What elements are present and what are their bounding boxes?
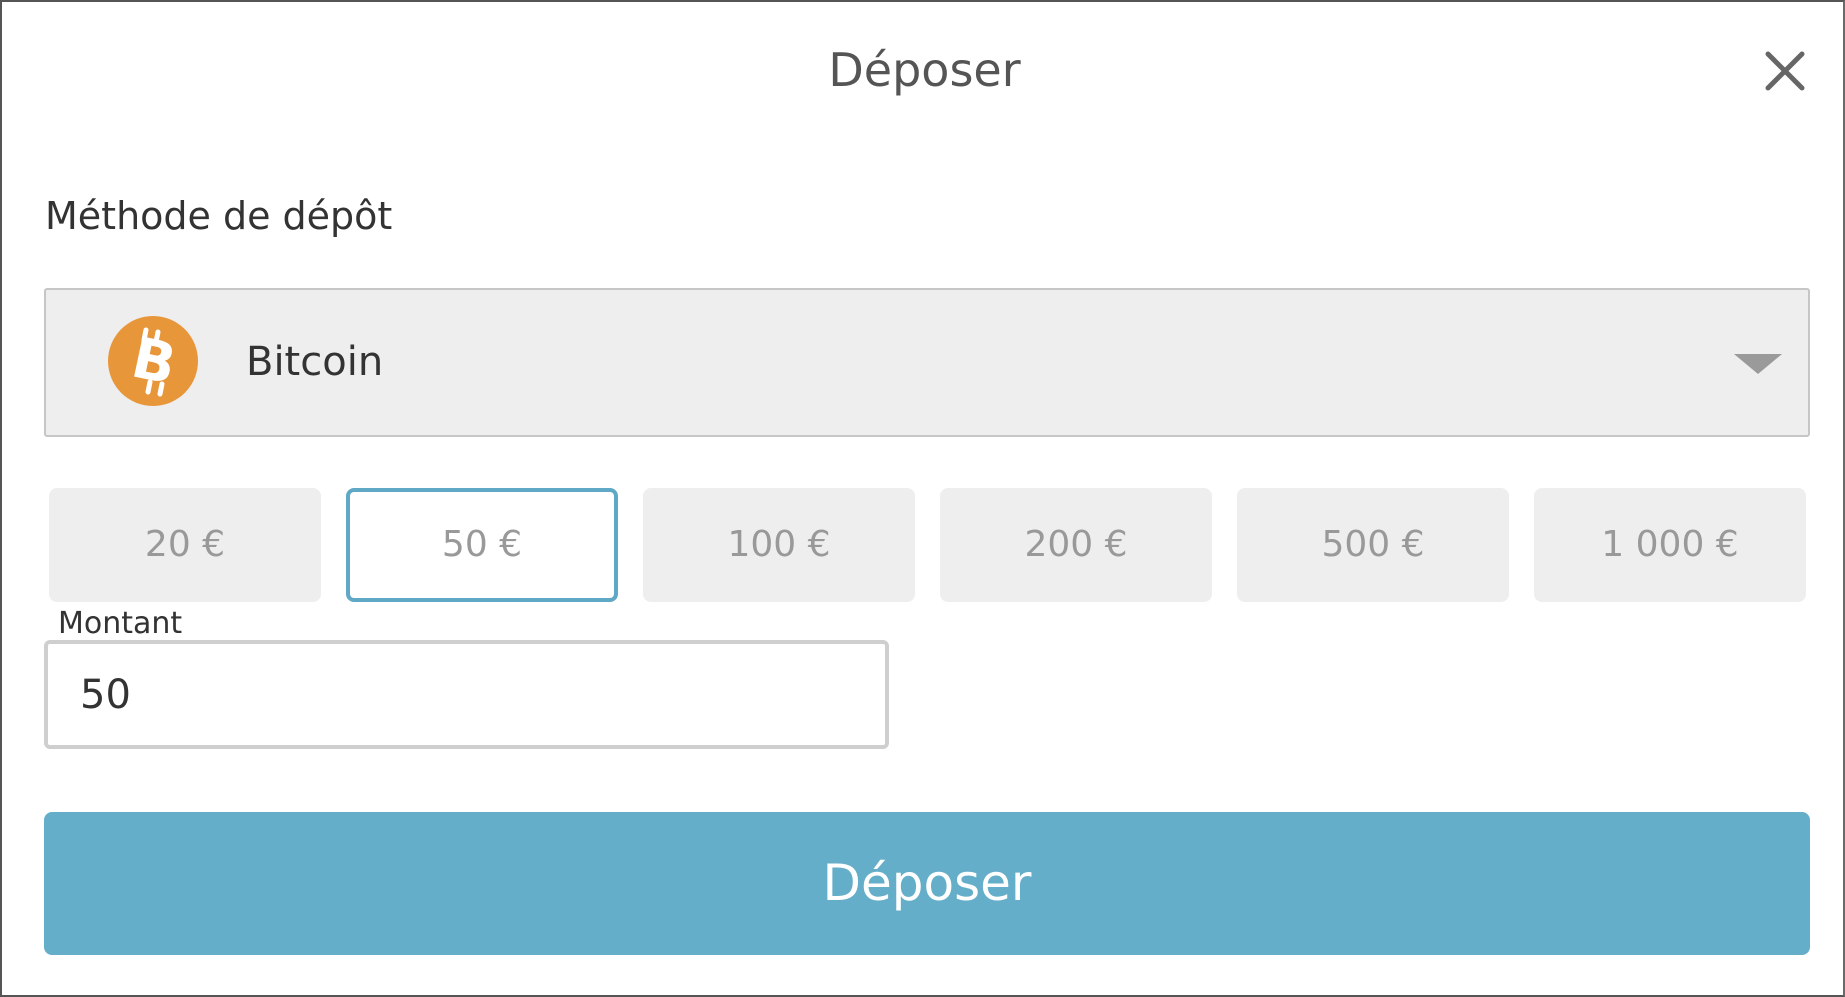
close-button[interactable] (1760, 46, 1810, 96)
amount-option-1000[interactable]: 1 000 € (1534, 488, 1806, 602)
amount-option-100[interactable]: 100 € (643, 488, 915, 602)
amount-label: Montant (58, 606, 183, 641)
amount-option-500[interactable]: 500 € (1237, 488, 1509, 602)
deposit-button[interactable]: Déposer (44, 812, 1810, 955)
deposit-dialog: Déposer Méthode de dépôt B Bitcoin 20 € … (0, 0, 1845, 997)
deposit-method-select[interactable]: B Bitcoin (44, 288, 1810, 437)
amount-option-20[interactable]: 20 € (49, 488, 321, 602)
chevron-down-icon (1734, 354, 1782, 374)
deposit-method-value: Bitcoin (246, 339, 384, 385)
deposit-method-label: Méthode de dépôt (45, 194, 393, 238)
amount-input[interactable] (44, 640, 889, 749)
bitcoin-icon: B (108, 316, 198, 406)
amount-presets: 20 € 50 € 100 € 200 € 500 € 1 000 € (49, 488, 1807, 602)
dialog-title: Déposer (828, 43, 1021, 97)
amount-option-50[interactable]: 50 € (346, 488, 618, 602)
amount-option-200[interactable]: 200 € (940, 488, 1212, 602)
close-icon (1765, 51, 1805, 91)
